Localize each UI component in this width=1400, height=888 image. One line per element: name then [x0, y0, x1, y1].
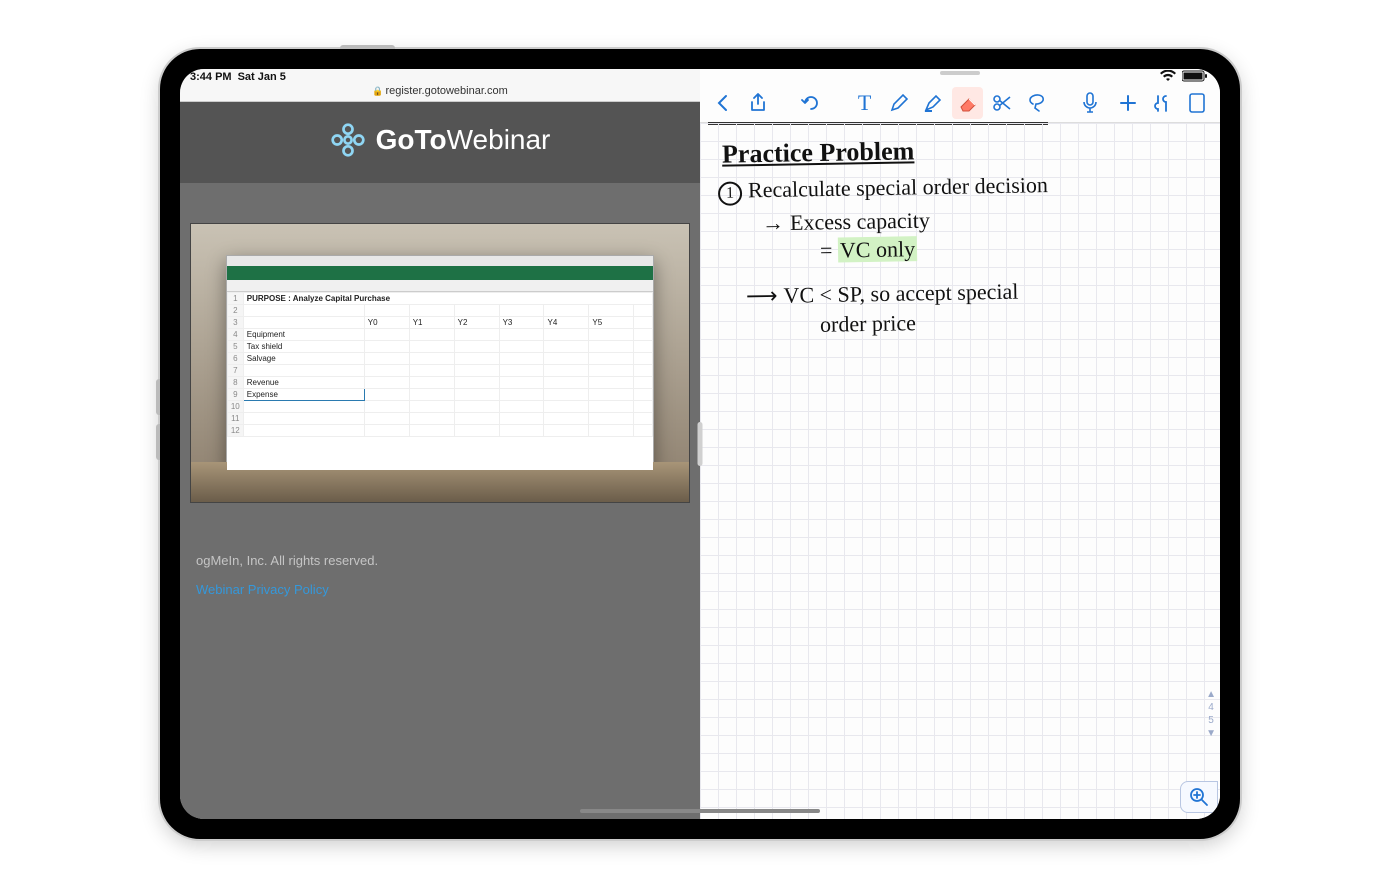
mic-button[interactable]	[1075, 87, 1105, 119]
table-row: 5Tax shield	[227, 340, 652, 352]
arrow-icon: →	[762, 210, 784, 235]
table-row: 10	[227, 400, 652, 412]
notes-app: T Practice Problem 1Recalculate special …	[700, 69, 1220, 819]
footer-copyright: ogMeIn, Inc. All rights reserved.	[196, 553, 684, 568]
arrow-icon: ⟶	[746, 283, 778, 309]
note-line-5: order price	[820, 308, 916, 339]
zoom-button[interactable]	[1180, 781, 1218, 813]
multitask-pill[interactable]	[940, 71, 980, 75]
highlighter-tool[interactable]	[918, 87, 948, 119]
safari-url-text: register.gotowebinar.com	[385, 85, 507, 97]
page-current: 4	[1208, 702, 1214, 713]
highlighted-text: VC only	[838, 236, 918, 262]
ipad-volume-up	[156, 379, 160, 415]
ipad-device-frame: 3:44 PM Sat Jan 5 🔒register.gotowebinar.…	[160, 49, 1240, 839]
ipad-screen: 3:44 PM Sat Jan 5 🔒register.gotowebinar.…	[180, 69, 1220, 819]
safari-address-bar[interactable]: 🔒register.gotowebinar.com	[180, 83, 700, 102]
webinar-footer: ogMeIn, Inc. All rights reserved. Webina…	[190, 503, 690, 597]
status-date: Sat Jan 5	[238, 71, 286, 83]
page-next: 5	[1208, 715, 1214, 726]
excel-window: 1PURPOSE : Analyze Capital Purchase 2 3 …	[226, 255, 654, 472]
table-row: 8Revenue	[227, 376, 652, 388]
gotowebinar-logo: GoToWebinar	[330, 122, 551, 158]
home-indicator[interactable]	[580, 809, 820, 813]
flower-icon	[330, 122, 366, 158]
safari-app: 3:44 PM Sat Jan 5 🔒register.gotowebinar.…	[180, 69, 700, 819]
note-title: Practice Problem	[722, 133, 915, 171]
note-line-3: = VC only	[820, 234, 918, 265]
note-line-1: 1Recalculate special order decision	[718, 170, 1048, 206]
scissors-tool[interactable]	[987, 87, 1017, 119]
page-down-icon[interactable]: ▼	[1206, 728, 1216, 739]
table-row: 7	[227, 364, 652, 376]
notes-toolbar: T	[700, 83, 1220, 123]
table-row: 4Equipment	[227, 328, 652, 340]
split-view-handle[interactable]	[698, 422, 703, 466]
brand-light: Webinar	[447, 124, 551, 155]
presenter-screenshare[interactable]: 1PURPOSE : Analyze Capital Purchase 2 3 …	[190, 223, 690, 503]
page-button[interactable]	[1182, 87, 1212, 119]
table-row: 6Salvage	[227, 352, 652, 364]
page-up-icon[interactable]: ▲	[1206, 689, 1216, 700]
brand-bold: GoTo	[376, 124, 447, 155]
table-row: 11	[227, 412, 652, 424]
lasso-tool[interactable]	[1021, 87, 1051, 119]
page-navigator[interactable]: ▲ 4 5 ▼	[1206, 689, 1216, 739]
note-line-2: →Excess capacity	[762, 206, 930, 239]
table-row: 2	[227, 304, 652, 316]
webinar-content: 1PURPOSE : Analyze Capital Purchase 2 3 …	[180, 183, 700, 819]
notebook-page[interactable]: Practice Problem 1Recalculate special or…	[700, 123, 1220, 819]
table-row: 3 Y0 Y1 Y2 Y3 Y4 Y5	[227, 316, 652, 328]
gotowebinar-header: GoToWebinar	[180, 102, 700, 183]
share-button[interactable]	[742, 87, 772, 119]
lock-icon: 🔒	[372, 86, 383, 96]
table-row: 1PURPOSE : Analyze Capital Purchase	[227, 292, 652, 304]
back-button[interactable]	[708, 87, 738, 119]
excel-grid: 1PURPOSE : Analyze Capital Purchase 2 3 …	[227, 292, 653, 471]
excel-ribbon	[227, 266, 653, 280]
status-time: 3:44 PM	[190, 71, 232, 83]
note-line-4: ⟶VC < SP, so accept special	[746, 277, 1019, 311]
circled-number: 1	[718, 181, 742, 205]
text-tool[interactable]: T	[849, 87, 879, 119]
settings-button[interactable]	[1147, 87, 1177, 119]
excel-toolbar	[227, 280, 653, 292]
ipad-volume-down	[156, 424, 160, 460]
excel-titlebar	[227, 256, 653, 266]
pen-tool[interactable]	[884, 87, 914, 119]
status-bar-left: 3:44 PM Sat Jan 5	[180, 69, 700, 83]
eraser-tool[interactable]	[952, 87, 982, 119]
table-row: 12	[227, 424, 652, 436]
add-button[interactable]	[1113, 87, 1143, 119]
privacy-policy-link[interactable]: Webinar Privacy Policy	[196, 582, 684, 597]
undo-button[interactable]	[796, 87, 826, 119]
table-row: 9Expense	[227, 388, 652, 400]
